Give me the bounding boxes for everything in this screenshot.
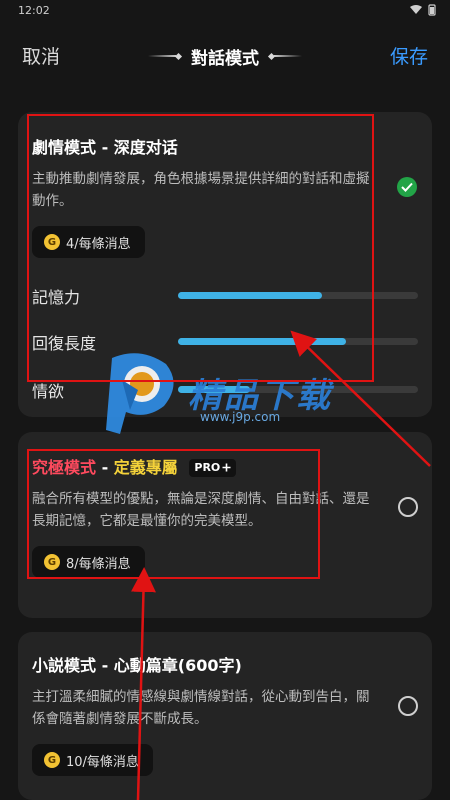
annotation-arrow-up-left [130, 567, 156, 800]
annotation-arrow-up-right [290, 330, 431, 467]
annotation-arrows [130, 330, 431, 800]
